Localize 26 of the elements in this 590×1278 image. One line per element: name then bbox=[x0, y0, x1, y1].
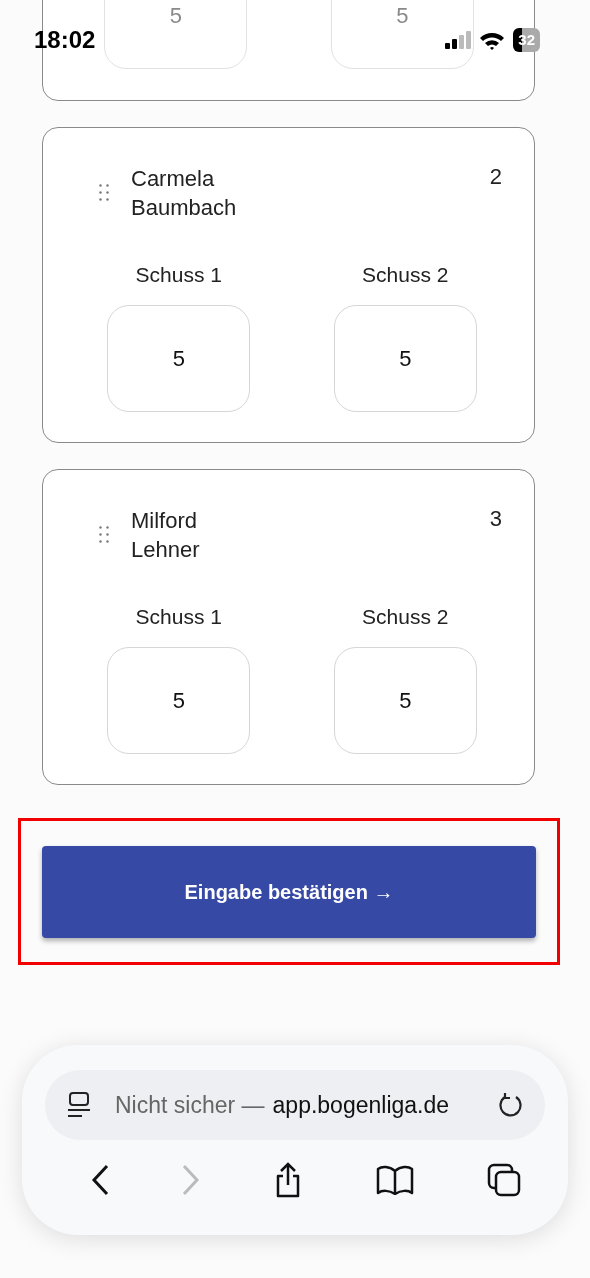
tabs-icon[interactable] bbox=[487, 1163, 521, 1197]
player-number: 3 bbox=[489, 505, 502, 533]
shot-label: Schuss 1 bbox=[135, 604, 222, 630]
score-field[interactable]: 5 bbox=[107, 646, 251, 754]
back-icon[interactable] bbox=[91, 1164, 109, 1196]
address-bar[interactable]: Nicht sicher — app.bogenliga.de bbox=[45, 1070, 545, 1140]
shot-label: Schuss 2 bbox=[362, 604, 449, 630]
shot-label: Schuss 1 bbox=[135, 262, 222, 288]
book-icon[interactable] bbox=[376, 1165, 414, 1195]
confirm-button[interactable]: Eingabe bestätigen → bbox=[42, 846, 536, 938]
score-field[interactable]: 5 bbox=[333, 304, 477, 412]
drag-handle-icon[interactable] bbox=[99, 526, 109, 543]
shot-label: Schuss 2 bbox=[362, 262, 449, 288]
score-field[interactable]: 5 bbox=[333, 646, 477, 754]
player-number: 2 bbox=[489, 163, 502, 191]
player-name: Milford Lehner bbox=[131, 507, 201, 564]
status-time: 18:02 bbox=[34, 25, 96, 55]
player-name: Carmela Baumbach bbox=[131, 165, 238, 222]
signal-icon bbox=[445, 31, 472, 49]
wifi-icon bbox=[479, 30, 506, 50]
reload-icon[interactable] bbox=[497, 1091, 523, 1119]
page-menu-icon[interactable] bbox=[67, 1092, 91, 1118]
domain-text: app.bogenliga.de bbox=[272, 1090, 450, 1120]
drag-handle-icon[interactable] bbox=[99, 184, 109, 201]
security-label: Nicht sicher — bbox=[115, 1090, 265, 1120]
score-field[interactable]: 5 bbox=[107, 304, 251, 412]
